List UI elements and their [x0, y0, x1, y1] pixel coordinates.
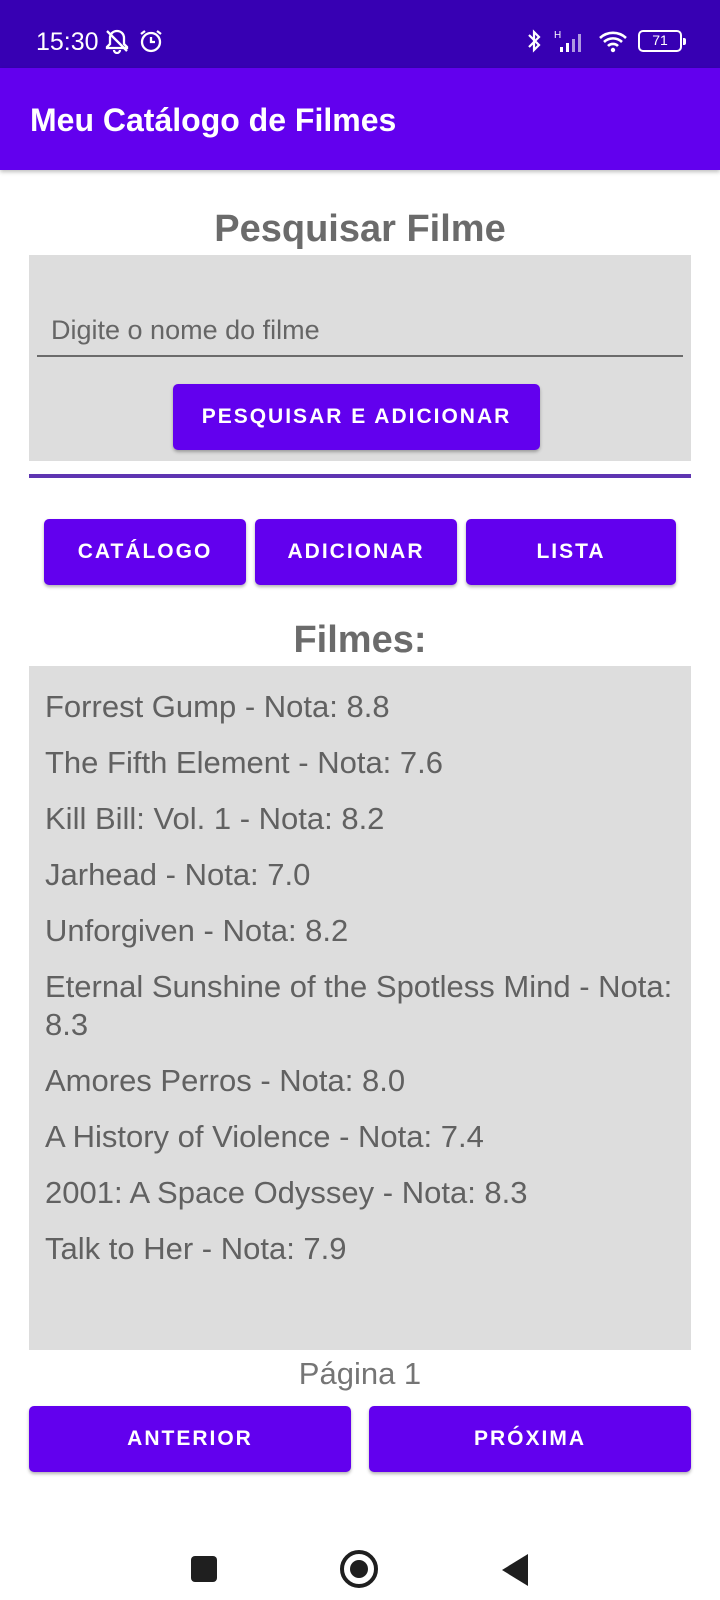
- app-title: Meu Catálogo de Filmes: [30, 102, 397, 138]
- bluetooth-icon: [528, 29, 541, 53]
- page-label: Página 1: [298, 1356, 422, 1391]
- search-add-button[interactable]: PESQUISAR E ADICIONAR: [173, 384, 540, 450]
- recents-icon[interactable]: [191, 1556, 217, 1582]
- list-item[interactable]: Amores Perros - Nota: 8.0: [45, 1062, 675, 1100]
- search-panel: PESQUISAR E ADICIONAR: [29, 255, 691, 461]
- list-item[interactable]: Jarhead - Nota: 7.0: [45, 856, 675, 894]
- search-title: Pesquisar Filme: [214, 208, 506, 250]
- list-item[interactable]: Forrest Gump - Nota: 8.8: [45, 688, 675, 726]
- tab-lista[interactable]: LISTA: [466, 519, 676, 585]
- movies-title: Filmes:: [293, 619, 427, 661]
- list-item[interactable]: Unforgiven - Nota: 8.2: [45, 912, 675, 950]
- mute-icon: [105, 29, 129, 54]
- list-item[interactable]: A History of Violence - Nota: 7.4: [45, 1118, 675, 1156]
- status-right-icons: H 71: [526, 28, 686, 54]
- list-item[interactable]: Eternal Sunshine of the Spotless Mind - …: [45, 968, 675, 1044]
- battery-icon: 71: [638, 30, 686, 52]
- wifi-icon: [599, 31, 627, 53]
- alarm-icon: [140, 30, 162, 53]
- app-bar: Meu Catálogo de Filmes: [0, 68, 720, 170]
- back-icon[interactable]: [502, 1554, 528, 1586]
- list-item[interactable]: Kill Bill: Vol. 1 - Nota: 8.2: [45, 800, 675, 838]
- section-divider: [29, 474, 691, 478]
- list-item[interactable]: Talk to Her - Nota: 7.9: [45, 1230, 675, 1268]
- status-left-icons: [104, 28, 164, 54]
- tab-catalogo[interactable]: CATÁLOGO: [44, 519, 246, 585]
- tab-adicionar[interactable]: ADICIONAR: [255, 519, 457, 585]
- home-icon[interactable]: [340, 1550, 378, 1588]
- system-nav-bar: [0, 1510, 720, 1600]
- status-time: 15:30: [36, 28, 99, 56]
- search-input[interactable]: [37, 305, 683, 357]
- next-button[interactable]: PRÓXIMA: [369, 1406, 691, 1472]
- previous-button[interactable]: ANTERIOR: [29, 1406, 351, 1472]
- movies-list[interactable]: Forrest Gump - Nota: 8.8 The Fifth Eleme…: [29, 666, 691, 1350]
- network-type-label: H: [554, 30, 561, 41]
- signal-icon: H: [554, 30, 581, 52]
- list-item[interactable]: The Fifth Element - Nota: 7.6: [45, 744, 675, 782]
- list-item[interactable]: 2001: A Space Odyssey - Nota: 8.3: [45, 1174, 675, 1212]
- status-bar: 15:30 H 71: [0, 0, 720, 68]
